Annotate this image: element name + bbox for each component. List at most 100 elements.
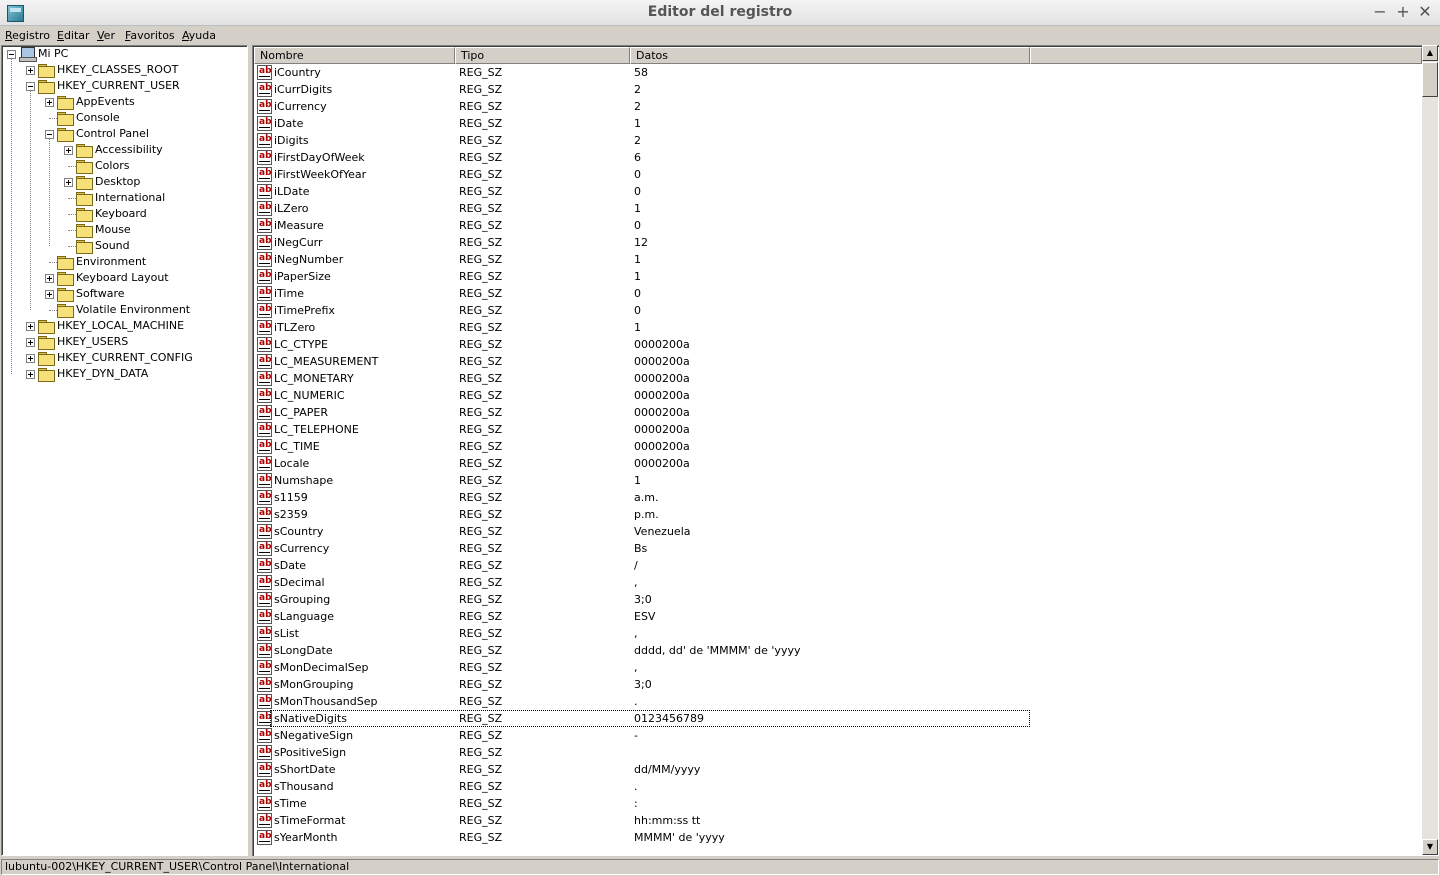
- table-row[interactable]: ab sTime REG_SZ:: [254, 795, 1422, 812]
- table-row[interactable]: ab sMonDecimalSep REG_SZ,: [254, 659, 1422, 676]
- table-row[interactable]: ab sDate REG_SZ /: [254, 557, 1422, 574]
- table-row[interactable]: ab LC_TELEPHONE REG_SZ 0000200a: [254, 421, 1422, 438]
- tree-node[interactable]: HKEY_USERS: [2, 334, 247, 350]
- collapse-icon[interactable]: [45, 130, 54, 139]
- expand-icon[interactable]: [26, 66, 35, 75]
- expand-icon[interactable]: [26, 338, 35, 347]
- table-row[interactable]: ab iDigits REG_SZ 2: [254, 132, 1422, 149]
- tree-node[interactable]: Console: [2, 110, 247, 126]
- table-row[interactable]: ab sPositiveSign REG_SZ: [254, 744, 1422, 761]
- tree-node[interactable]: International: [2, 190, 247, 206]
- tree-node[interactable]: HKEY_LOCAL_MACHINE: [2, 318, 247, 334]
- column-header-nombre[interactable]: Nombre: [254, 47, 455, 64]
- table-row[interactable]: ab iTime REG_SZ 0: [254, 285, 1422, 302]
- table-row[interactable]: ab LC_PAPER REG_SZ 0000200a: [254, 404, 1422, 421]
- table-row[interactable]: ab sLongDate REG_SZ dddd, dd' de 'MMMM' de …: [254, 642, 1422, 659]
- table-row[interactable]: ab sNativeDigits REG_SZ 0123456789: [254, 710, 1422, 727]
- table-row[interactable]: ab sThousand REG_SZ.: [254, 778, 1422, 795]
- scroll-down-button[interactable]: ▼: [1422, 839, 1438, 855]
- scroll-thumb[interactable]: [1422, 62, 1438, 97]
- tree-node[interactable]: Colors: [2, 158, 247, 174]
- table-row[interactable]: ab sMonGrouping REG_SZ 3;0: [254, 676, 1422, 693]
- tree-node[interactable]: Sound: [2, 238, 247, 254]
- column-header-tipo[interactable]: Tipo: [455, 47, 630, 64]
- vertical-scrollbar[interactable]: ▲ ▼: [1422, 45, 1438, 855]
- table-row[interactable]: ab sGrouping REG_SZ 3;0: [254, 591, 1422, 608]
- table-row[interactable]: ab iCountry REG_SZ 58: [254, 64, 1422, 81]
- tree-node[interactable]: HKEY_CURRENT_USER: [2, 78, 247, 94]
- expand-icon[interactable]: [26, 322, 35, 331]
- table-row[interactable]: ab LC_CTYPE REG_SZ 0000200a: [254, 336, 1422, 353]
- table-row[interactable]: ab sTimeFormat REG_SZ hh:mm:ss tt: [254, 812, 1422, 829]
- table-row[interactable]: ab sCurrency REG_SZ Bs: [254, 540, 1422, 557]
- table-row[interactable]: ab s1159 REG_SZ a.m.: [254, 489, 1422, 506]
- tree-node[interactable]: Mi PC: [2, 46, 247, 62]
- tree-node[interactable]: Keyboard Layout: [2, 270, 247, 286]
- table-row[interactable]: ab LC_MONETARY REG_SZ 0000200a: [254, 370, 1422, 387]
- expand-icon[interactable]: [64, 178, 73, 187]
- table-row[interactable]: ab sNegativeSign REG_SZ -: [254, 727, 1422, 744]
- table-row[interactable]: ab s2359 REG_SZ p.m.: [254, 506, 1422, 523]
- menu-ayuda[interactable]: Ayuda: [182, 29, 216, 42]
- value-name: iCurrDigits: [274, 83, 333, 96]
- menu-editar[interactable]: Editar: [57, 29, 90, 42]
- tree-connector: [68, 246, 76, 247]
- tree-node[interactable]: HKEY_CLASSES_ROOT: [2, 62, 247, 78]
- table-row[interactable]: ab sCountry REG_SZ Venezuela: [254, 523, 1422, 540]
- expand-icon[interactable]: [64, 146, 73, 155]
- table-row[interactable]: ab LC_NUMERIC REG_SZ 0000200a: [254, 387, 1422, 404]
- menu-registro[interactable]: Registro: [5, 29, 50, 42]
- tree-node[interactable]: Volatile Environment: [2, 302, 247, 318]
- value-type: REG_SZ: [459, 576, 503, 589]
- table-row[interactable]: ab iFirstDayOfWeek REG_SZ 6: [254, 149, 1422, 166]
- scroll-up-button[interactable]: ▲: [1422, 45, 1438, 61]
- table-row[interactable]: ab iLDate REG_SZ 0: [254, 183, 1422, 200]
- minimize-button[interactable]: −: [1370, 2, 1390, 22]
- table-row[interactable]: ab iPaperSize REG_SZ 1: [254, 268, 1422, 285]
- table-row[interactable]: ab iCurrDigits REG_SZ 2: [254, 81, 1422, 98]
- table-row[interactable]: ab iNegCurr REG_SZ 12: [254, 234, 1422, 251]
- table-row[interactable]: ab Locale REG_SZ 0000200a: [254, 455, 1422, 472]
- table-row[interactable]: ab LC_TIME REG_SZ 0000200a: [254, 438, 1422, 455]
- table-row[interactable]: ab iMeasure REG_SZ 0: [254, 217, 1422, 234]
- tree-node[interactable]: Mouse: [2, 222, 247, 238]
- values-list[interactable]: Nombre Tipo Datos ab iCountry REG_SZ 58 ab iC…: [252, 45, 1439, 856]
- table-row[interactable]: ab sYearMonth REG_SZ MMMM' de 'yyyy: [254, 829, 1422, 846]
- registry-tree[interactable]: Mi PC HKEY_CLASSES_ROOT HKEY_CURRENT_USER A…: [1, 45, 248, 856]
- table-row[interactable]: ab iCurrency REG_SZ 2: [254, 98, 1422, 115]
- table-row[interactable]: ab iFirstWeekOfYear REG_SZ 0: [254, 166, 1422, 183]
- table-row[interactable]: ab sLanguage REG_SZ ESV: [254, 608, 1422, 625]
- tree-node[interactable]: Desktop: [2, 174, 247, 190]
- menu-ver[interactable]: Ver: [97, 29, 115, 42]
- tree-node[interactable]: HKEY_DYN_DATA: [2, 366, 247, 382]
- table-row[interactable]: ab sList REG_SZ,: [254, 625, 1422, 642]
- collapse-icon[interactable]: [7, 50, 16, 59]
- menu-favoritos[interactable]: Favoritos: [125, 29, 175, 42]
- tree-node[interactable]: Control Panel: [2, 126, 247, 142]
- table-row[interactable]: ab sShortDate REG_SZ dd/MM/yyyy: [254, 761, 1422, 778]
- expand-icon[interactable]: [45, 274, 54, 283]
- table-row[interactable]: ab sDecimal REG_SZ,: [254, 574, 1422, 591]
- expand-icon[interactable]: [26, 370, 35, 379]
- tree-node[interactable]: Keyboard: [2, 206, 247, 222]
- tree-node[interactable]: Environment: [2, 254, 247, 270]
- tree-node[interactable]: HKEY_CURRENT_CONFIG: [2, 350, 247, 366]
- table-row[interactable]: ab Numshape REG_SZ 1: [254, 472, 1422, 489]
- maximize-button[interactable]: +: [1393, 2, 1413, 22]
- tree-node[interactable]: AppEvents: [2, 94, 247, 110]
- table-row[interactable]: ab sMonThousandSep REG_SZ.: [254, 693, 1422, 710]
- expand-icon[interactable]: [45, 98, 54, 107]
- tree-node[interactable]: Software: [2, 286, 247, 302]
- expand-icon[interactable]: [45, 290, 54, 299]
- table-row[interactable]: ab LC_MEASUREMENT REG_SZ 0000200a: [254, 353, 1422, 370]
- table-row[interactable]: ab iDate REG_SZ 1: [254, 115, 1422, 132]
- close-button[interactable]: ✕: [1415, 2, 1435, 22]
- table-row[interactable]: ab iNegNumber REG_SZ 1: [254, 251, 1422, 268]
- tree-node[interactable]: Accessibility: [2, 142, 247, 158]
- table-row[interactable]: ab iTLZero REG_SZ 1: [254, 319, 1422, 336]
- collapse-icon[interactable]: [26, 82, 35, 91]
- table-row[interactable]: ab iTimePrefix REG_SZ 0: [254, 302, 1422, 319]
- table-row[interactable]: ab iLZero REG_SZ 1: [254, 200, 1422, 217]
- column-header-datos[interactable]: Datos: [630, 47, 1030, 64]
- expand-icon[interactable]: [26, 354, 35, 363]
